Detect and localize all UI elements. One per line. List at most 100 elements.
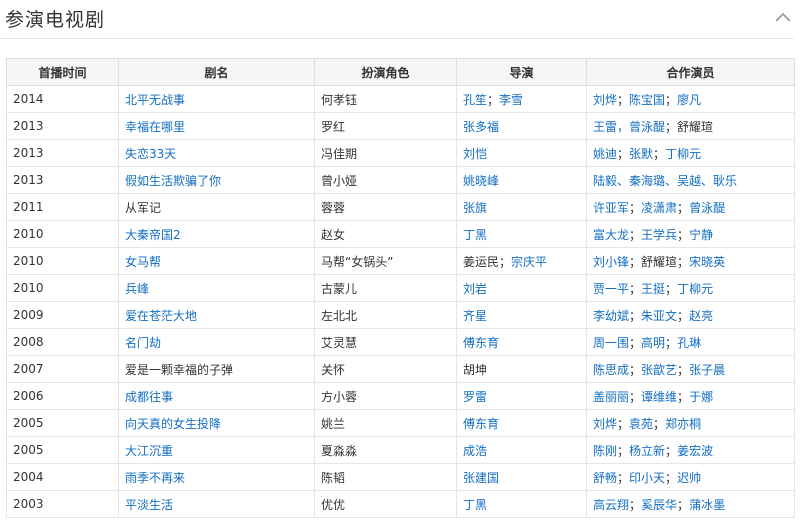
costar-link[interactable]: 朱亚文 bbox=[641, 309, 677, 323]
table-row: 2005 向天真的女生投降 姚兰 傅东育 刘烨；袁苑；郑亦桐 bbox=[6, 409, 795, 437]
chevron-up-icon[interactable] bbox=[774, 11, 792, 25]
drama-title-link[interactable]: 向天真的女生投降 bbox=[125, 417, 221, 431]
drama-title-link[interactable]: 兵峰 bbox=[125, 282, 149, 296]
director-text: 姜运民 bbox=[463, 254, 500, 269]
separator: ； bbox=[677, 227, 690, 242]
cell-title: 北平无战事 bbox=[118, 85, 315, 113]
costar-link[interactable]: 杨立新 bbox=[629, 444, 665, 458]
costar-link[interactable]: 曾泳醍 bbox=[689, 201, 725, 215]
costar-link[interactable]: 赵亮 bbox=[689, 309, 713, 323]
costar-link[interactable]: 蒲冰墨 bbox=[689, 498, 725, 512]
director-link[interactable]: 姚晓峰 bbox=[463, 174, 499, 188]
cell-role: 蓉蓉 bbox=[314, 193, 457, 221]
costar-link[interactable]: 陈思成 bbox=[593, 363, 629, 377]
costar-link[interactable]: 奚辰华 bbox=[641, 498, 677, 512]
costar-link[interactable]: 孔琳 bbox=[677, 336, 701, 350]
costar-link[interactable]: 张默 bbox=[629, 147, 653, 161]
director-link[interactable]: 宗庆平 bbox=[511, 255, 547, 269]
costar-link[interactable]: 陆毅、秦海璐、吴越、耿乐 bbox=[593, 174, 737, 188]
costar-link[interactable]: 姚迪 bbox=[593, 147, 617, 161]
role-name: 马帮“女锅头” bbox=[321, 254, 394, 269]
costar-link[interactable]: 丁柳元 bbox=[677, 282, 713, 296]
cell-director: 张建国 bbox=[456, 463, 587, 491]
costar-link[interactable]: 高云翔 bbox=[593, 498, 629, 512]
director-link[interactable]: 张多福 bbox=[463, 120, 499, 134]
column-header-costars: 合作演员 bbox=[586, 58, 795, 86]
director-link[interactable]: 刘恺 bbox=[463, 147, 487, 161]
director-link[interactable]: 成浩 bbox=[463, 444, 487, 458]
cell-title: 成都往事 bbox=[118, 382, 315, 410]
costar-link[interactable]: 迟帅 bbox=[677, 471, 701, 485]
costar-link[interactable]: 宁静 bbox=[689, 228, 713, 242]
director-link[interactable]: 傅东育 bbox=[463, 417, 499, 431]
costar-link[interactable]: 周一围 bbox=[593, 336, 629, 350]
costar-link[interactable]: 于娜 bbox=[689, 390, 713, 404]
separator: ； bbox=[629, 335, 642, 350]
costar-link[interactable]: 陈刚 bbox=[593, 444, 617, 458]
director-link[interactable]: 张建国 bbox=[463, 471, 499, 485]
drama-title-link[interactable]: 女马帮 bbox=[125, 255, 161, 269]
costar-text: 舒耀瑄 bbox=[641, 254, 678, 269]
costar-link[interactable]: 王挺 bbox=[641, 282, 665, 296]
costar-link[interactable]: 舒畅 bbox=[593, 471, 617, 485]
director-link[interactable]: 刘岩 bbox=[463, 282, 487, 296]
director-link[interactable]: 丁黑 bbox=[463, 228, 487, 242]
costar-link[interactable]: 谭维维 bbox=[641, 390, 677, 404]
costar-link[interactable]: 刘烨 bbox=[593, 417, 617, 431]
cell-director: 刘恺 bbox=[456, 139, 587, 167]
air-date: 2003 bbox=[13, 497, 44, 511]
separator: ； bbox=[629, 200, 642, 215]
cell-title: 失恋33天 bbox=[118, 139, 315, 167]
director-link[interactable]: 张旗 bbox=[463, 201, 487, 215]
drama-title-link[interactable]: 假如生活欺骗了你 bbox=[125, 174, 221, 188]
drama-title-link[interactable]: 名门劫 bbox=[125, 336, 161, 350]
drama-title-link[interactable]: 北平无战事 bbox=[125, 93, 185, 107]
role-name: 夏淼淼 bbox=[321, 443, 358, 458]
costar-link[interactable]: 丁柳元 bbox=[665, 147, 701, 161]
drama-title-link[interactable]: 平淡生活 bbox=[125, 498, 173, 512]
costar-link[interactable]: 陈宝国 bbox=[629, 93, 665, 107]
costar-link[interactable]: 郑亦桐 bbox=[665, 417, 701, 431]
costar-link[interactable]: 盖丽丽 bbox=[593, 390, 629, 404]
tv-drama-table: 首播时间 剧名 扮演角色 导演 合作演员 2014 北平无战事 何孝钰 孔笙；李雪 刘烨… bbox=[6, 58, 795, 518]
costar-link[interactable]: 廖凡 bbox=[677, 93, 701, 107]
costar-link[interactable]: 张子晨 bbox=[689, 363, 725, 377]
costar-link[interactable]: 贾一平 bbox=[593, 282, 629, 296]
director-link[interactable]: 齐星 bbox=[463, 309, 487, 323]
drama-title-link[interactable]: 幸福在哪里 bbox=[125, 120, 185, 134]
costar-link[interactable]: 王雷，曾泳醍 bbox=[593, 120, 665, 134]
director-link[interactable]: 罗雷 bbox=[463, 390, 487, 404]
table-row: 2013 幸福在哪里 罗红 张多福 王雷，曾泳醍；舒耀瑄 bbox=[6, 112, 795, 140]
director-link[interactable]: 丁黑 bbox=[463, 498, 487, 512]
director-link[interactable]: 李雪 bbox=[499, 93, 523, 107]
drama-title-link[interactable]: 雨季不再来 bbox=[125, 471, 185, 485]
costar-link[interactable]: 高明 bbox=[641, 336, 665, 350]
costar-link[interactable]: 李幼斌 bbox=[593, 309, 629, 323]
costar-link[interactable]: 张歆艺 bbox=[641, 363, 677, 377]
costar-link[interactable]: 袁苑 bbox=[629, 417, 653, 431]
separator: ； bbox=[629, 227, 642, 242]
cell-director: 齐星 bbox=[456, 301, 587, 329]
drama-title-link[interactable]: 大江沉重 bbox=[125, 444, 173, 458]
drama-title-link[interactable]: 成都往事 bbox=[125, 390, 173, 404]
drama-title-link[interactable]: 大秦帝国2 bbox=[125, 228, 181, 242]
costar-link[interactable]: 宋晓英 bbox=[689, 255, 725, 269]
costar-link[interactable]: 刘小锋 bbox=[593, 255, 629, 269]
cell-title: 假如生活欺骗了你 bbox=[118, 166, 315, 194]
drama-title-link[interactable]: 爱在苍茫大地 bbox=[125, 309, 197, 323]
cell-role: 优优 bbox=[314, 490, 457, 518]
costar-link[interactable]: 刘烨 bbox=[593, 93, 617, 107]
cell-costars: 李幼斌；朱亚文；赵亮 bbox=[586, 301, 795, 329]
section-title: 参演电视剧 bbox=[5, 9, 106, 31]
costar-link[interactable]: 富大龙 bbox=[593, 228, 629, 242]
separator: ； bbox=[629, 497, 642, 512]
drama-title-link[interactable]: 失恋33天 bbox=[125, 147, 176, 161]
director-link[interactable]: 傅东育 bbox=[463, 336, 499, 350]
role-name: 赵女 bbox=[321, 227, 346, 242]
costar-link[interactable]: 王学兵 bbox=[641, 228, 677, 242]
director-link[interactable]: 孔笙 bbox=[463, 93, 487, 107]
costar-link[interactable]: 凌潇肃 bbox=[641, 201, 677, 215]
costar-link[interactable]: 印小天 bbox=[629, 471, 665, 485]
costar-link[interactable]: 许亚军 bbox=[593, 201, 629, 215]
costar-link[interactable]: 姜宏波 bbox=[677, 444, 713, 458]
